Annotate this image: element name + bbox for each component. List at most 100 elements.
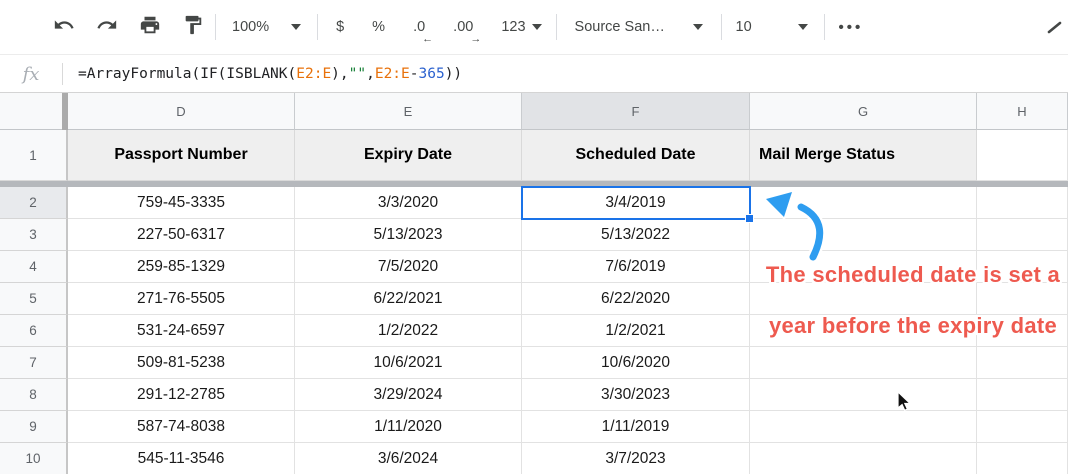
- increase-decimal-button[interactable]: .00 →: [453, 19, 481, 45]
- table-row: 2 759-45-3335 3/3/2020 3/4/2019: [0, 187, 1068, 219]
- cell-e10[interactable]: 3/6/2024: [295, 443, 522, 474]
- cell-g7[interactable]: [750, 347, 977, 379]
- cell-d10[interactable]: 545-11-3546: [68, 443, 295, 474]
- cell-f9[interactable]: 1/11/2019: [522, 411, 750, 443]
- cell-e3[interactable]: 5/13/2023: [295, 219, 522, 251]
- decrease-decimal-button[interactable]: .0 ←: [413, 19, 433, 45]
- column-headers: D E F G H: [0, 93, 1068, 130]
- redo-icon: [96, 14, 118, 41]
- row-header[interactable]: 2: [0, 187, 68, 219]
- cell-h3[interactable]: [977, 219, 1068, 251]
- chevron-down-icon[interactable]: [291, 24, 302, 30]
- column-header-h[interactable]: H: [977, 93, 1068, 130]
- column-header-e[interactable]: E: [295, 93, 522, 130]
- cell-e6[interactable]: 1/2/2022: [295, 315, 522, 347]
- printer-icon: [139, 14, 161, 41]
- header-row: 1 Passport Number Expiry Date Scheduled …: [0, 130, 1068, 181]
- cell-h1[interactable]: [977, 130, 1068, 181]
- formula-input[interactable]: =ArrayFormula(IF(ISBLANK(E2:E),"",E2:E-3…: [78, 66, 462, 82]
- row-header[interactable]: 5: [0, 283, 68, 315]
- table-row: 9 587-74-8038 1/11/2020 1/11/2019: [0, 411, 1068, 443]
- cell-h10[interactable]: [977, 443, 1068, 474]
- chevron-down-icon[interactable]: [531, 24, 542, 30]
- print-button[interactable]: [136, 13, 164, 41]
- cell-g10[interactable]: [750, 443, 977, 474]
- font-size-select[interactable]: 10: [736, 19, 808, 35]
- cell-f2[interactable]: 3/4/2019: [522, 187, 750, 219]
- collapse-toolbar-icon[interactable]: [1047, 20, 1062, 34]
- cell-f3[interactable]: 5/13/2022: [522, 219, 750, 251]
- select-all-corner[interactable]: [0, 93, 62, 130]
- cell-e2[interactable]: 3/3/2020: [295, 187, 522, 219]
- cell-d4[interactable]: 259-85-1329: [68, 251, 295, 283]
- cell-e7[interactable]: 10/6/2021: [295, 347, 522, 379]
- formula-segment: ),: [331, 66, 349, 82]
- toolbar-divider: [317, 14, 319, 40]
- row-header[interactable]: 7: [0, 347, 68, 379]
- cell-d5[interactable]: 271-76-5505: [68, 283, 295, 315]
- row-header[interactable]: 6: [0, 315, 68, 347]
- cell-d1[interactable]: Passport Number: [68, 130, 295, 181]
- paint-format-button[interactable]: [179, 13, 207, 41]
- toolbar-divider: [823, 14, 825, 40]
- fill-handle[interactable]: [745, 214, 754, 223]
- number-format-button[interactable]: 123: [501, 19, 525, 35]
- column-header-g[interactable]: G: [750, 93, 977, 130]
- cell-h9[interactable]: [977, 411, 1068, 443]
- cell-g2[interactable]: [750, 187, 977, 219]
- cell-f4[interactable]: 7/6/2019: [522, 251, 750, 283]
- row-header-1[interactable]: 1: [0, 130, 68, 181]
- cell-f7[interactable]: 10/6/2020: [522, 347, 750, 379]
- column-header-f[interactable]: F: [522, 93, 750, 130]
- chevron-down-icon: [797, 24, 808, 30]
- cell-g9[interactable]: [750, 411, 977, 443]
- arrow-right-icon: →: [470, 33, 482, 45]
- cell-f8[interactable]: 3/30/2023: [522, 379, 750, 411]
- formula-segment: E2:E: [296, 66, 332, 82]
- font-family-select[interactable]: Source San…: [575, 19, 685, 35]
- row-header[interactable]: 8: [0, 379, 68, 411]
- redo-button[interactable]: [93, 13, 121, 41]
- cell-f5[interactable]: 6/22/2020: [522, 283, 750, 315]
- cell-g3[interactable]: [750, 219, 977, 251]
- cell-e8[interactable]: 3/29/2024: [295, 379, 522, 411]
- annotation-line-2: year before the expiry date: [768, 313, 1058, 338]
- cell-e9[interactable]: 1/11/2020: [295, 411, 522, 443]
- arrow-left-icon: ←: [422, 33, 434, 45]
- toolbar-divider: [215, 14, 216, 40]
- formula-segment: )): [444, 66, 463, 82]
- cell-h7[interactable]: [977, 347, 1068, 379]
- cell-d9[interactable]: 587-74-8038: [68, 411, 295, 443]
- cell-d3[interactable]: 227-50-6317: [68, 219, 295, 251]
- paint-roller-icon: [182, 14, 204, 41]
- formula-segment: E2:E: [374, 66, 410, 82]
- currency-format-button[interactable]: $: [336, 19, 344, 35]
- formula-bar-divider: [62, 63, 63, 85]
- percent-format-button[interactable]: %: [372, 19, 385, 35]
- zoom-select[interactable]: 100%: [232, 19, 269, 35]
- cell-d8[interactable]: 291-12-2785: [68, 379, 295, 411]
- undo-icon: [53, 14, 75, 41]
- cell-g1[interactable]: Mail Merge Status: [750, 130, 977, 181]
- cell-g8[interactable]: [750, 379, 977, 411]
- column-header-d[interactable]: D: [68, 93, 295, 130]
- row-header[interactable]: 4: [0, 251, 68, 283]
- cell-d7[interactable]: 509-81-5238: [68, 347, 295, 379]
- row-header[interactable]: 10: [0, 443, 68, 474]
- cell-f1[interactable]: Scheduled Date: [522, 130, 750, 181]
- cell-d6[interactable]: 531-24-6597: [68, 315, 295, 347]
- cell-d2[interactable]: 759-45-3335: [68, 187, 295, 219]
- undo-button[interactable]: [50, 13, 78, 41]
- cell-f6[interactable]: 1/2/2021: [522, 315, 750, 347]
- cell-e5[interactable]: 6/22/2021: [295, 283, 522, 315]
- cell-e4[interactable]: 7/5/2020: [295, 251, 522, 283]
- row-header[interactable]: 3: [0, 219, 68, 251]
- cell-h8[interactable]: [977, 379, 1068, 411]
- row-header[interactable]: 9: [0, 411, 68, 443]
- cell-e1[interactable]: Expiry Date: [295, 130, 522, 181]
- more-options-button[interactable]: •••: [839, 19, 864, 36]
- toolbar-divider: [555, 14, 557, 40]
- chevron-down-icon[interactable]: [692, 24, 703, 30]
- cell-h2[interactable]: [977, 187, 1068, 219]
- cell-f10[interactable]: 3/7/2023: [522, 443, 750, 474]
